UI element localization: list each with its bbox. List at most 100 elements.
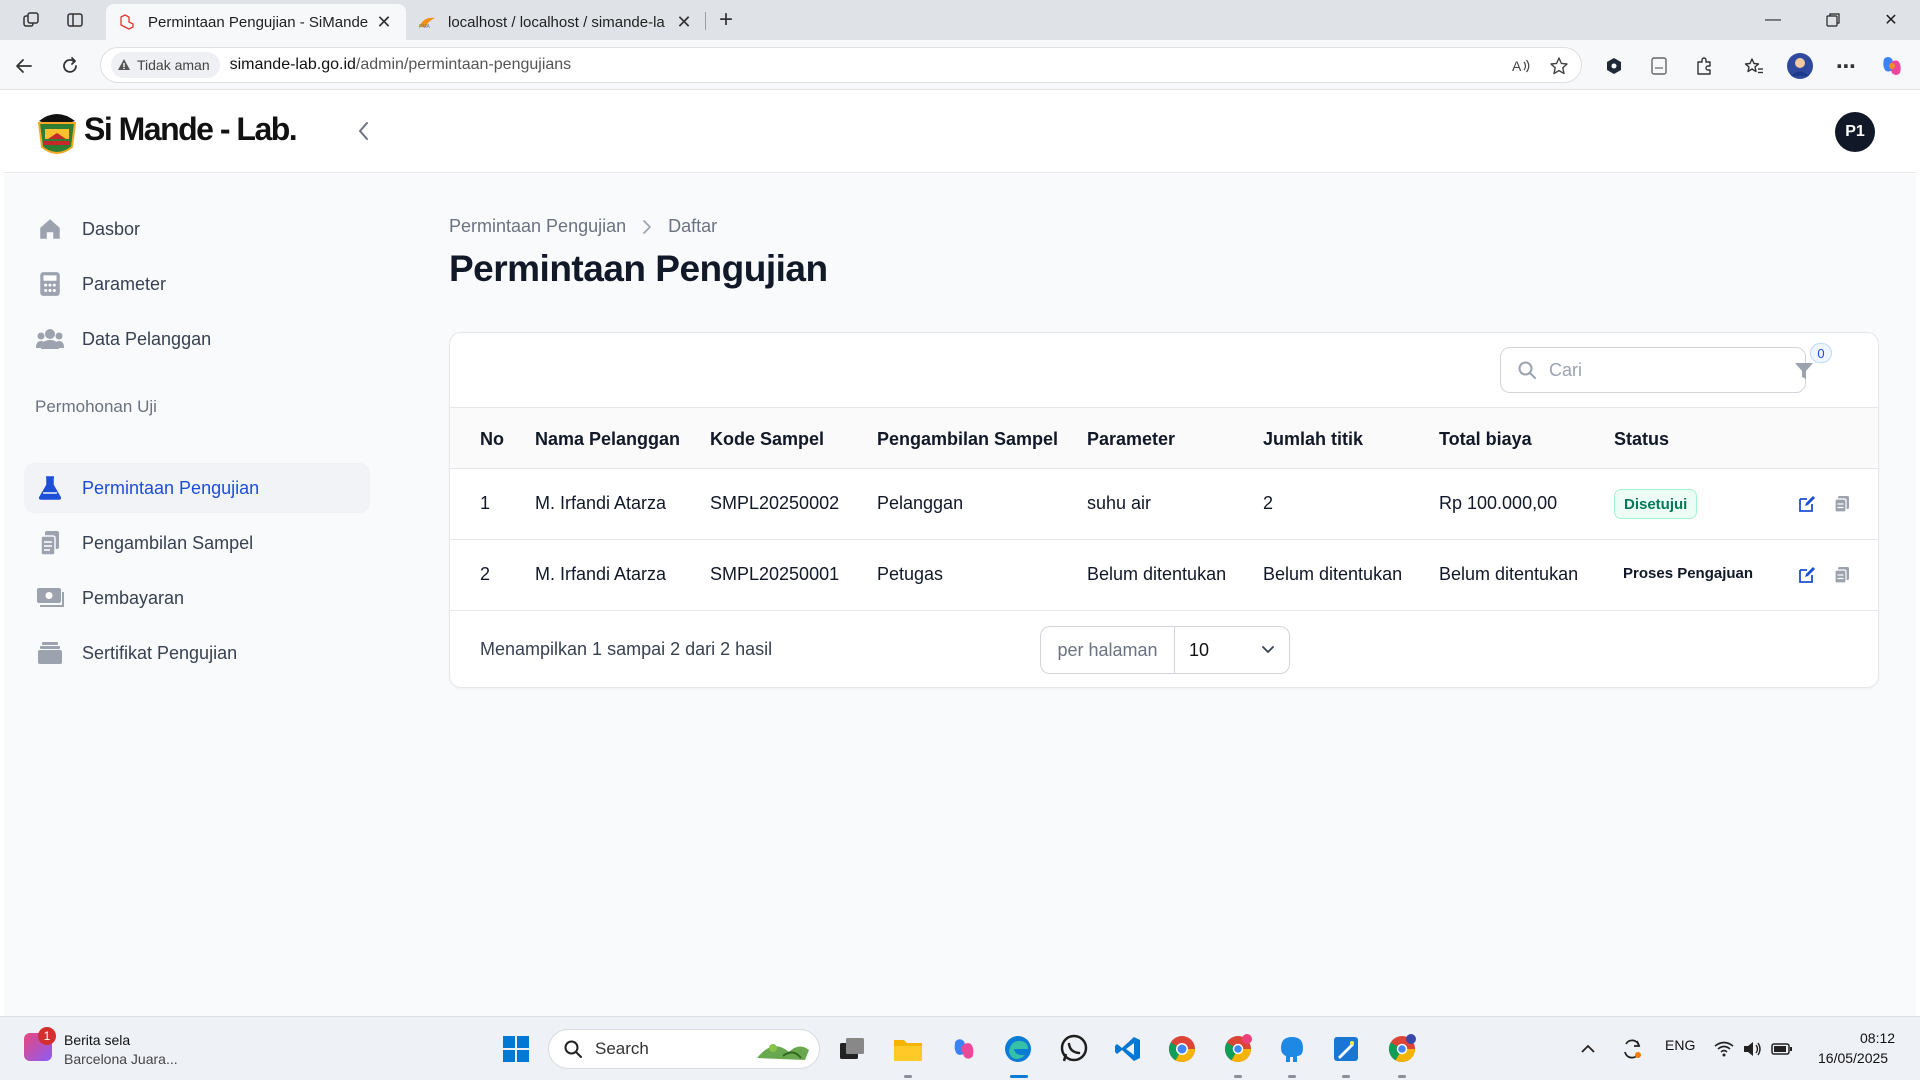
url-text[interactable]: simande-lab.go.id/admin/permintaan-pengu… — [230, 56, 572, 74]
chrome-profile-icon[interactable] — [1222, 1033, 1254, 1065]
language-indicator[interactable]: ENG — [1665, 1037, 1695, 1053]
reload-icon[interactable] — [56, 52, 84, 80]
clock-time[interactable]: 08:12 — [1860, 1030, 1895, 1046]
extension-hexagon-icon[interactable] — [1600, 52, 1628, 80]
sidebar-item-pembayaran[interactable]: Pembayaran — [24, 573, 370, 623]
clipboard-copy-icon[interactable] — [1831, 564, 1853, 586]
tab-permintaan[interactable]: Permintaan Pengujian - SiMande- ✕ — [106, 4, 406, 40]
workspaces-icon[interactable] — [18, 8, 44, 32]
per-page-value[interactable]: 10 — [1175, 627, 1289, 673]
sidebar-item-pengambilan-sampel[interactable]: Pengambilan Sampel — [24, 518, 370, 568]
breadcrumb-link[interactable]: Permintaan Pengujian — [449, 216, 626, 237]
column-header-status[interactable]: Status — [1614, 429, 1669, 450]
task-view-icon[interactable] — [836, 1033, 868, 1065]
svg-text:A: A — [1512, 58, 1522, 74]
back-icon[interactable] — [10, 52, 38, 80]
active-indicator — [1010, 1075, 1028, 1078]
search-input[interactable] — [1549, 359, 1789, 381]
column-header-total-biaya[interactable]: Total biaya — [1439, 429, 1532, 450]
volume-icon[interactable] — [1740, 1033, 1764, 1065]
show-hidden-icons-chevron-up-icon[interactable] — [1576, 1033, 1600, 1065]
tab-phpmyadmin[interactable]: PMA localhost / localhost / simande-la ✕ — [406, 4, 706, 40]
sync-icon[interactable] — [1616, 1033, 1648, 1065]
edit-icon[interactable] — [1796, 564, 1818, 586]
windows-start-icon[interactable] — [500, 1033, 532, 1065]
close-tab-icon[interactable]: ✕ — [374, 12, 394, 33]
new-tab-icon[interactable]: + — [713, 6, 739, 33]
taskbar-search-label: Search — [595, 1039, 649, 1058]
reading-view-icon[interactable] — [1645, 52, 1673, 80]
close-window-icon[interactable]: ✕ — [1862, 0, 1920, 40]
chevron-right-icon — [642, 219, 652, 234]
sidebar-item-dasbor[interactable]: Dasbor — [24, 204, 370, 254]
extensions-puzzle-icon[interactable] — [1690, 52, 1718, 80]
sidebar-item-label: Pembayaran — [82, 587, 185, 608]
address-bar[interactable]: Tidak aman simande-lab.go.id/admin/permi… — [100, 47, 1582, 83]
column-header-parameter[interactable]: Parameter — [1087, 429, 1175, 450]
vscode-icon[interactable] — [1112, 1033, 1144, 1065]
tab-separator — [705, 12, 706, 30]
per-page-select[interactable]: per halaman 10 — [1040, 626, 1290, 674]
favorites-collections-icon[interactable] — [1740, 52, 1768, 80]
tab-actions-icon[interactable] — [62, 8, 88, 32]
sidebar-item-parameter[interactable]: Parameter — [24, 259, 370, 309]
chrome-secondary-icon[interactable] — [1386, 1033, 1418, 1065]
taskbar-search[interactable]: Search — [548, 1029, 820, 1069]
file-explorer-icon[interactable] — [892, 1033, 924, 1065]
news-badge: 1 — [38, 1027, 56, 1045]
column-header-nama-pelanggan[interactable]: Nama Pelanggan — [535, 429, 680, 450]
news-title[interactable]: Berita sela — [64, 1032, 130, 1048]
copilot-app-icon[interactable] — [948, 1033, 980, 1065]
minimize-icon[interactable]: — — [1744, 0, 1802, 40]
app-body: Dasbor Parameter Data Pelanggan Permohon… — [4, 174, 1916, 1016]
user-avatar[interactable]: P1 — [1835, 112, 1875, 152]
close-tab-icon[interactable]: ✕ — [674, 12, 694, 33]
search-highlight-illustration-icon — [757, 1044, 809, 1060]
tab-title: localhost / localhost / simande-la — [448, 13, 665, 31]
search-field[interactable] — [1500, 347, 1806, 393]
sidebar-item-data-pelanggan[interactable]: Data Pelanggan — [24, 314, 370, 364]
archive-icon — [36, 639, 64, 667]
breadcrumb: Permintaan Pengujian Daftar — [449, 216, 717, 237]
edge-browser-icon[interactable] — [1002, 1033, 1034, 1065]
more-options-icon[interactable]: ⋯ — [1832, 52, 1860, 80]
column-header-pengambilan-sampel[interactable]: Pengambilan Sampel — [877, 429, 1058, 450]
clock-date[interactable]: 16/05/2025 — [1818, 1050, 1888, 1066]
read-aloud-icon[interactable]: A — [1507, 52, 1535, 80]
cell-nama-pelanggan: M. Irfandi Atarza — [535, 493, 667, 513]
per-page-label: per halaman — [1041, 627, 1175, 673]
cell-parameter: Belum ditentukan — [1087, 564, 1227, 584]
copilot-icon[interactable] — [1878, 52, 1906, 80]
restore-icon[interactable] — [1804, 0, 1862, 40]
elephant-app-icon[interactable] — [1276, 1033, 1308, 1065]
clipboard-icon — [36, 529, 64, 557]
favorite-star-icon[interactable] — [1545, 52, 1573, 80]
news-subtitle[interactable]: Barcelona Juara... — [64, 1051, 178, 1067]
security-label: Tidak aman — [137, 57, 210, 73]
column-header-no[interactable]: No — [480, 429, 504, 450]
battery-icon[interactable] — [1770, 1033, 1794, 1065]
chrome-icon[interactable] — [1166, 1033, 1198, 1065]
sidebar-item-label: Dasbor — [82, 218, 141, 239]
security-badge[interactable]: Tidak aman — [111, 52, 220, 78]
clipboard-copy-icon[interactable] — [1831, 493, 1853, 515]
column-header-jumlah-titik[interactable]: Jumlah titik — [1263, 429, 1363, 450]
column-header-kode-sampel[interactable]: Kode Sampel — [710, 429, 824, 450]
edit-icon[interactable] — [1796, 493, 1818, 515]
status-text: Proses Pengajuan — [1623, 565, 1754, 582]
table-row[interactable]: 2 M. Irfandi Atarza SMPL20250001 Petugas… — [450, 540, 1878, 611]
paint-app-icon[interactable] — [1330, 1033, 1362, 1065]
cell-pengambilan-sampel: Petugas — [877, 564, 944, 584]
wifi-icon[interactable] — [1712, 1033, 1736, 1065]
app-brand[interactable]: Si Mande - Lab. — [84, 111, 298, 148]
search-icon — [564, 1040, 582, 1058]
sidebar-group-label[interactable]: Permohonan Uji — [35, 397, 157, 417]
whatsapp-icon[interactable] — [1058, 1033, 1090, 1065]
profile-avatar-icon[interactable] — [1786, 52, 1814, 80]
sidebar-item-permintaan-pengujian[interactable]: Permintaan Pengujian — [24, 463, 370, 513]
sidebar-item-sertifikat-pengujian[interactable]: Sertifikat Pengujian — [24, 628, 370, 678]
phpmyadmin-favicon-icon: PMA — [418, 13, 436, 31]
table-row[interactable]: 1 M. Irfandi Atarza SMPL20250002 Pelangg… — [450, 469, 1878, 540]
collapse-sidebar-icon[interactable] — [350, 117, 378, 145]
url-host: simande-lab.go.id — [229, 56, 356, 73]
